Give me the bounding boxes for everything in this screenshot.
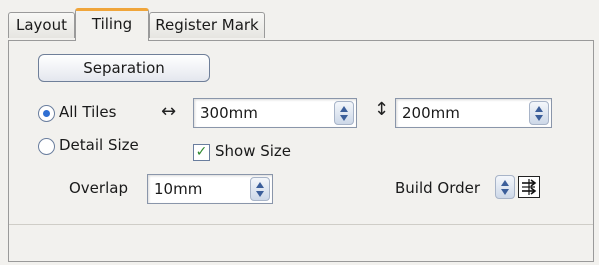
overlap-value: 10mm bbox=[154, 180, 203, 198]
overlap-field[interactable]: 10mm bbox=[147, 174, 273, 204]
tab-tiling[interactable]: Tiling bbox=[75, 8, 149, 41]
all-tiles-label: All Tiles bbox=[59, 103, 117, 121]
spinner-down-icon[interactable] bbox=[340, 115, 348, 121]
build-order-spinner[interactable] bbox=[495, 175, 515, 199]
vertical-arrows-icon: ↕ bbox=[374, 99, 390, 120]
spinner-up-icon[interactable] bbox=[535, 106, 543, 112]
tab-layout[interactable]: Layout bbox=[8, 12, 75, 38]
tab-layout-label: Layout bbox=[16, 16, 67, 34]
tiling-panel: Separation All Tiles ↔ 300mm ↕ 200mm Det… bbox=[8, 40, 594, 262]
radio-selected-dot bbox=[43, 110, 50, 117]
overlap-spinner[interactable] bbox=[250, 177, 270, 201]
tab-tiling-label: Tiling bbox=[91, 15, 133, 33]
all-tiles-radio[interactable] bbox=[38, 105, 55, 122]
spinner-down-icon[interactable] bbox=[501, 189, 509, 195]
spinner-down-icon[interactable] bbox=[256, 191, 264, 197]
panel-divider bbox=[9, 224, 593, 225]
tab-register-mark-label: Register Mark bbox=[155, 16, 259, 34]
width-value: 300mm bbox=[200, 104, 258, 122]
tab-register-mark[interactable]: Register Mark bbox=[149, 12, 265, 38]
spinner-down-icon[interactable] bbox=[535, 115, 543, 121]
checkmark-icon: ✓ bbox=[195, 144, 208, 160]
build-order-glyph bbox=[522, 179, 537, 195]
build-order-label: Build Order bbox=[395, 179, 481, 197]
spinner-up-icon[interactable] bbox=[256, 182, 264, 188]
detail-size-label: Detail Size bbox=[59, 136, 139, 154]
tab-bar: Layout Tiling Register Mark bbox=[8, 8, 598, 41]
horizontal-arrows-icon: ↔ bbox=[161, 101, 177, 122]
height-field[interactable]: 200mm bbox=[395, 98, 552, 128]
height-spinner[interactable] bbox=[529, 101, 549, 125]
separation-button[interactable]: Separation bbox=[38, 54, 210, 82]
width-field[interactable]: 300mm bbox=[193, 98, 357, 128]
width-spinner[interactable] bbox=[334, 101, 354, 125]
overlap-label: Overlap bbox=[69, 179, 128, 197]
spinner-up-icon[interactable] bbox=[501, 180, 509, 186]
show-size-label: Show Size bbox=[215, 142, 292, 160]
show-size-checkbox[interactable]: ✓ bbox=[193, 144, 210, 161]
detail-size-radio[interactable] bbox=[38, 138, 55, 155]
height-value: 200mm bbox=[402, 104, 460, 122]
build-order-icon[interactable] bbox=[518, 176, 540, 198]
spinner-up-icon[interactable] bbox=[340, 106, 348, 112]
separation-button-label: Separation bbox=[83, 59, 165, 77]
